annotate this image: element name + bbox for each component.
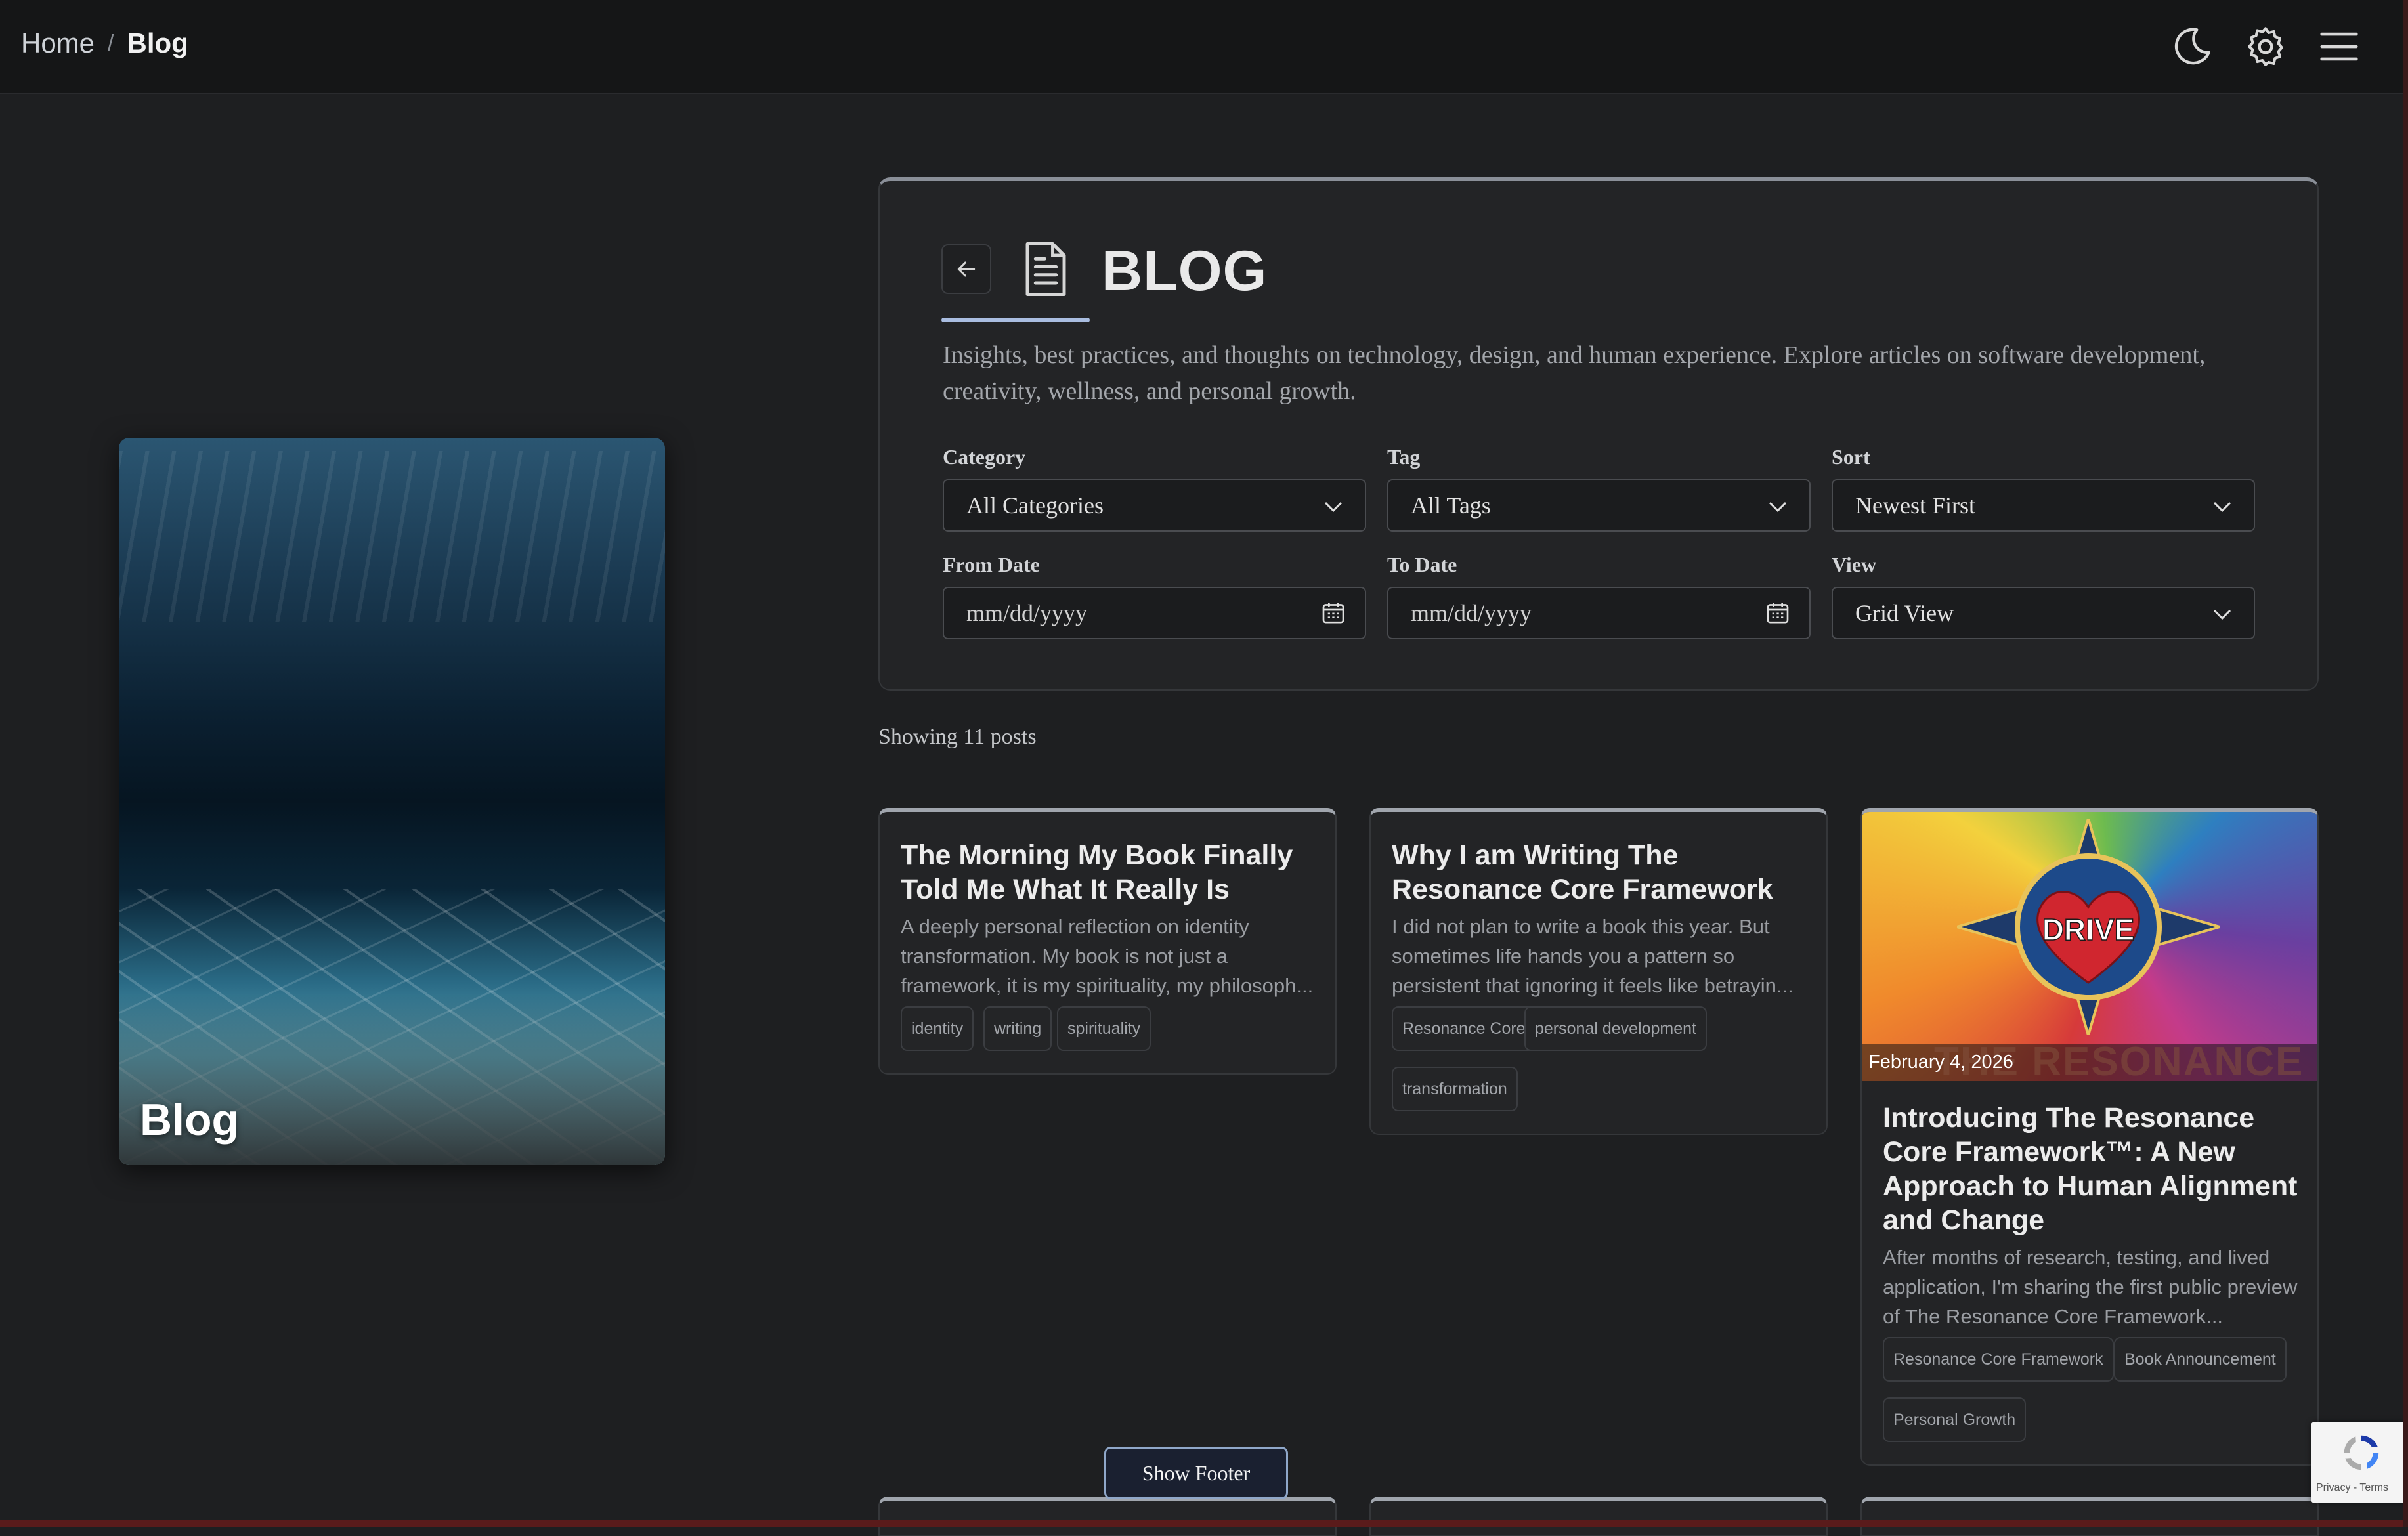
- breadcrumb-separator: /: [108, 30, 114, 56]
- hamburger-menu-icon[interactable]: [2316, 24, 2362, 70]
- calendar-icon[interactable]: [1320, 600, 1346, 626]
- post-card[interactable]: [878, 1497, 1337, 1536]
- post-card[interactable]: DRIVE THE RESONANCE February 4, 2026 Int…: [1860, 808, 2319, 1466]
- to-date-placeholder: mm/dd/yyyy: [1411, 600, 1532, 626]
- post-tag[interactable]: personal development: [1524, 1006, 1707, 1051]
- chevron-down-icon: [1324, 501, 1343, 513]
- sort-select-value: Newest First: [1855, 492, 1975, 519]
- to-date-label: To Date: [1387, 553, 1457, 576]
- image-badge-text: DRIVE: [2042, 912, 2135, 947]
- post-title[interactable]: Introducing The Resonance Core Framework…: [1883, 1101, 2303, 1237]
- post-cover-image[interactable]: DRIVE THE RESONANCE February 4, 2026: [1862, 812, 2317, 1084]
- breadcrumb-home-link[interactable]: Home: [21, 28, 95, 59]
- post-date: February 4, 2026: [1868, 1052, 2013, 1073]
- page-description: Insights, best practices, and thoughts o…: [943, 341, 2206, 405]
- post-tag[interactable]: transformation: [1392, 1067, 1518, 1111]
- compass-heart-emblem: DRIVE: [1957, 819, 2220, 1035]
- calendar-icon[interactable]: [1765, 600, 1791, 626]
- sort-label: Sort: [1832, 445, 1870, 469]
- post-title[interactable]: Why I am Writing The Resonance Core Fram…: [1392, 838, 1812, 907]
- breadcrumb: Home / Blog: [21, 28, 188, 59]
- post-tag[interactable]: Book Announcement: [2114, 1337, 2287, 1382]
- post-card[interactable]: [1860, 1497, 2319, 1536]
- sort-select[interactable]: Newest First: [1832, 479, 2255, 532]
- show-footer-button[interactable]: Show Footer: [1104, 1447, 1288, 1499]
- hero-image-card: Blog: [119, 438, 665, 1165]
- moon-icon[interactable]: [2169, 24, 2215, 70]
- post-excerpt: I did not plan to write a book this year…: [1392, 915, 1794, 997]
- tag-select-value: All Tags: [1411, 492, 1491, 519]
- post-tag[interactable]: Resonance Core: [1392, 1006, 1536, 1051]
- category-select-value: All Categories: [966, 492, 1104, 519]
- chevron-down-icon: [2213, 609, 2231, 620]
- title-underline: [941, 318, 1090, 322]
- post-card[interactable]: The Morning My Book Finally Told Me What…: [878, 808, 1337, 1075]
- back-button[interactable]: [941, 244, 991, 294]
- tag-select[interactable]: All Tags: [1387, 479, 1811, 532]
- post-tag[interactable]: Resonance Core Framework: [1883, 1337, 2114, 1382]
- recaptcha-badge[interactable]: Privacy - Terms: [2311, 1422, 2408, 1503]
- category-select[interactable]: All Categories: [943, 479, 1366, 532]
- post-card[interactable]: Why I am Writing The Resonance Core Fram…: [1369, 808, 1828, 1135]
- post-card[interactable]: [1369, 1497, 1828, 1536]
- post-tag[interactable]: Personal Growth: [1883, 1397, 2027, 1442]
- arrow-left-icon: [957, 261, 976, 277]
- to-date-input[interactable]: mm/dd/yyyy: [1387, 587, 1811, 639]
- view-label: View: [1832, 553, 1877, 576]
- top-navbar: Home / Blog: [0, 0, 2408, 94]
- window-right-edge: [2403, 0, 2408, 1527]
- post-tag[interactable]: identity: [901, 1006, 974, 1051]
- gear-icon[interactable]: [2243, 24, 2289, 70]
- post-count: Showing 11 posts: [878, 725, 1037, 749]
- breadcrumb-current: Blog: [127, 28, 188, 58]
- tag-label: Tag: [1387, 445, 1421, 469]
- water-surface-ripples: [119, 451, 665, 622]
- window-bottom-edge: [0, 1520, 2408, 1527]
- category-label: Category: [943, 445, 1026, 469]
- from-date-placeholder: mm/dd/yyyy: [966, 600, 1088, 626]
- post-tag[interactable]: spirituality: [1057, 1006, 1151, 1051]
- recaptcha-links[interactable]: Privacy - Terms: [2316, 1482, 2388, 1494]
- view-select-value: Grid View: [1855, 600, 1954, 626]
- from-date-input[interactable]: mm/dd/yyyy: [943, 587, 1366, 639]
- blog-filter-panel: BLOG Insights, best practices, and thoug…: [878, 177, 2319, 691]
- post-tag[interactable]: writing: [983, 1006, 1052, 1051]
- recaptcha-icon: [2344, 1435, 2379, 1470]
- chevron-down-icon: [2213, 501, 2231, 513]
- page-title: BLOG: [1102, 240, 1268, 303]
- post-excerpt: A deeply personal reflection on identity…: [901, 915, 1314, 997]
- document-icon: [1025, 242, 1066, 296]
- post-title[interactable]: The Morning My Book Finally Told Me What…: [901, 838, 1321, 907]
- post-excerpt: After months of research, testing, and l…: [1883, 1246, 2298, 1328]
- hero-title: Blog: [140, 1095, 240, 1145]
- chevron-down-icon: [1769, 501, 1787, 513]
- from-date-label: From Date: [943, 553, 1040, 576]
- view-select[interactable]: Grid View: [1832, 587, 2255, 639]
